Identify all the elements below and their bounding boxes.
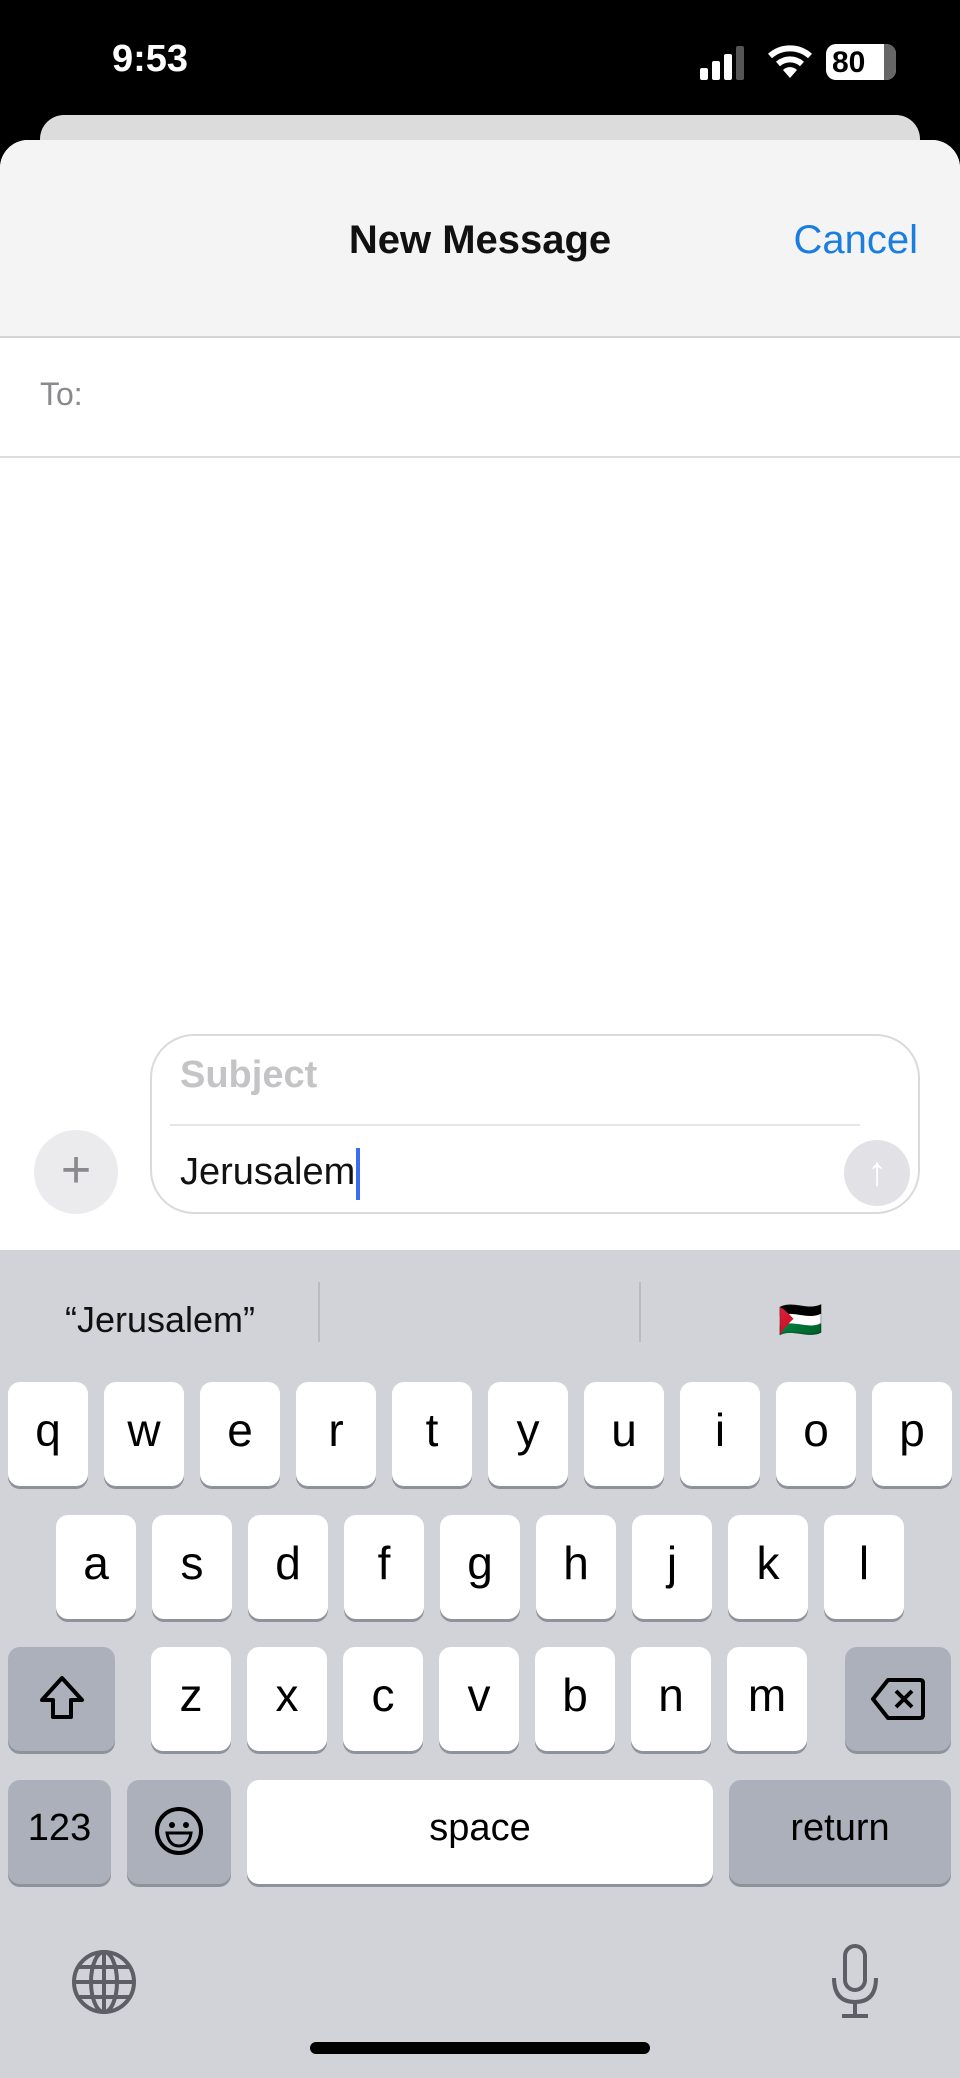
key-g[interactable]: g <box>440 1515 520 1619</box>
key-t[interactable]: t <box>392 1382 472 1486</box>
suggestion-2[interactable] <box>320 1290 638 1350</box>
return-key[interactable]: return <box>729 1780 951 1884</box>
compose-box[interactable]: Subject Jerusalem ↑ <box>150 1034 920 1214</box>
numbers-key[interactable]: 123 <box>8 1780 111 1884</box>
key-m[interactable]: m <box>727 1647 807 1751</box>
shift-key[interactable] <box>8 1647 115 1751</box>
cancel-button[interactable]: Cancel <box>793 218 918 263</box>
message-input[interactable]: Jerusalem <box>180 1148 361 1200</box>
key-s[interactable]: s <box>152 1515 232 1619</box>
key-k[interactable]: k <box>728 1515 808 1619</box>
recipient-input[interactable] <box>100 358 920 438</box>
microphone-icon[interactable] <box>830 1944 880 2020</box>
message-text: Jerusalem <box>180 1151 356 1194</box>
key-a[interactable]: a <box>56 1515 136 1619</box>
key-o[interactable]: o <box>776 1382 856 1486</box>
key-h[interactable]: h <box>536 1515 616 1619</box>
key-e[interactable]: e <box>200 1382 280 1486</box>
to-row: To: <box>0 338 960 458</box>
text-cursor <box>356 1148 361 1200</box>
globe-icon[interactable] <box>70 1948 138 2016</box>
delete-key[interactable] <box>845 1647 951 1751</box>
send-arrow-icon[interactable]: ↑ <box>844 1140 910 1206</box>
space-key[interactable]: space <box>247 1780 713 1884</box>
key-i[interactable]: i <box>680 1382 760 1486</box>
to-label: To: <box>40 376 83 412</box>
battery-icon: 80 <box>826 44 896 80</box>
key-v[interactable]: v <box>439 1647 519 1751</box>
suggestion-1[interactable]: “Jerusalem” <box>20 1290 300 1350</box>
key-n[interactable]: n <box>631 1647 711 1751</box>
key-u[interactable]: u <box>584 1382 664 1486</box>
nav-header: New Message Cancel <box>0 140 960 338</box>
battery-level: 80 <box>832 46 866 79</box>
status-time: 9:53 <box>112 38 189 80</box>
key-q[interactable]: q <box>8 1382 88 1486</box>
key-r[interactable]: r <box>296 1382 376 1486</box>
key-l[interactable]: l <box>824 1515 904 1619</box>
delete-icon <box>871 1678 925 1720</box>
divider <box>170 1124 860 1126</box>
key-b[interactable]: b <box>535 1647 615 1751</box>
suggestion-emoji[interactable]: 🇵🇸 <box>641 1290 960 1350</box>
subject-input[interactable]: Subject <box>180 1054 317 1097</box>
key-z[interactable]: z <box>151 1647 231 1751</box>
emoji-key[interactable] <box>127 1780 231 1884</box>
key-c[interactable]: c <box>343 1647 423 1751</box>
shift-icon <box>39 1676 84 1719</box>
key-j[interactable]: j <box>632 1515 712 1619</box>
cellular-signal-icon <box>700 46 744 80</box>
keyboard: “Jerusalem” 🇵🇸 qwertyuiop asdfghjkl zxcvbn… <box>0 1250 960 2078</box>
plus-icon[interactable]: + <box>34 1130 118 1214</box>
key-d[interactable]: d <box>248 1515 328 1619</box>
key-p[interactable]: p <box>872 1382 952 1486</box>
home-indicator[interactable] <box>310 2042 650 2054</box>
key-w[interactable]: w <box>104 1382 184 1486</box>
key-x[interactable]: x <box>247 1647 327 1751</box>
emoji-icon <box>155 1807 203 1855</box>
key-f[interactable]: f <box>344 1515 424 1619</box>
key-y[interactable]: y <box>488 1382 568 1486</box>
wifi-icon <box>768 45 812 78</box>
